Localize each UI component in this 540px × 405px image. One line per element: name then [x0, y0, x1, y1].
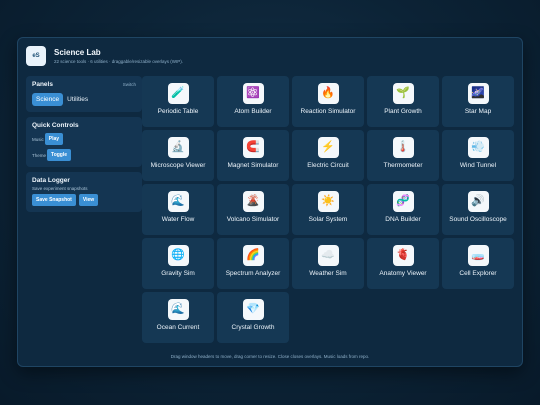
test-tube-icon: 🧪 [167, 83, 189, 104]
tool-label: Cell Explorer [459, 270, 497, 277]
theme-row: Theme Toggle [32, 149, 136, 161]
tool-label: Anatomy Viewer [379, 270, 427, 277]
save-snapshot-button[interactable]: Save Snapshot [32, 194, 76, 206]
tool-tile[interactable]: 🧪 Periodic Table [142, 76, 214, 127]
panels-title: Panels [32, 81, 53, 88]
app-subtitle: 22 science tools · 6 utilities · draggab… [54, 58, 184, 64]
tool-label: Spectrum Analyzer [225, 270, 281, 277]
tool-label: Weather Sim [309, 270, 347, 277]
tool-label: Microscope Viewer [150, 162, 206, 169]
wave-icon: 🌊 [167, 191, 189, 212]
tool-tile[interactable]: 🌡️ Thermometer [367, 130, 439, 181]
tool-tile[interactable]: 🔬 Microscope Viewer [142, 130, 214, 181]
panels-card: Panels Switch Science Utilities [26, 76, 142, 112]
tool-label: Sound Oscilloscope [449, 216, 507, 223]
wind-icon: 💨 [467, 137, 489, 158]
tool-label: Volcano Simulator [226, 216, 280, 223]
petri-dish-icon: 🧫 [467, 245, 489, 266]
play-button[interactable]: Play [44, 133, 64, 145]
tool-tile[interactable]: ⚛️ Atom Builder [217, 76, 289, 127]
gem-icon: 💎 [242, 299, 264, 320]
window-header[interactable]: eS Science Lab 22 science tools · 6 util… [26, 46, 183, 66]
globe-icon: 🌐 [167, 245, 189, 266]
tool-label: Solar System [308, 216, 348, 223]
tool-tile[interactable]: 🌐 Gravity Sim [142, 238, 214, 289]
app-title: Science Lab [54, 47, 101, 57]
tool-tile[interactable]: ☁️ Weather Sim [292, 238, 364, 289]
tool-label: Water Flow [161, 216, 195, 223]
science-lab-window: eS Science Lab 22 science tools · 6 util… [17, 37, 523, 367]
volcano-icon: 🌋 [242, 191, 264, 212]
tool-tile[interactable]: ☀️ Solar System [292, 184, 364, 235]
tool-tile[interactable]: 🌱 Plant Growth [367, 76, 439, 127]
wave-icon: 🌊 [167, 299, 189, 320]
cloud-icon: ☁️ [317, 245, 339, 266]
tool-tile[interactable]: 💨 Wind Tunnel [442, 130, 514, 181]
atom-icon: ⚛️ [242, 83, 264, 104]
music-label: Music [32, 136, 44, 142]
tool-label: Atom Builder [234, 108, 272, 115]
tool-label: Gravity Sim [161, 270, 195, 277]
theme-label: Theme [32, 152, 47, 158]
tool-label: Thermometer [383, 162, 423, 169]
tool-tile[interactable]: 💎 Crystal Growth [217, 292, 289, 343]
data-logger-card: Data Logger Save experiment snapshots Sa… [26, 172, 142, 212]
data-logger-description: Save experiment snapshots [32, 186, 88, 191]
magnet-icon: 🧲 [242, 137, 264, 158]
galaxy-icon: 🌌 [467, 83, 489, 104]
sun-icon: ☀️ [317, 191, 339, 212]
tool-grid: 🧪 Periodic Table ⚛️ Atom Builder 🔥 Reaction S… [142, 76, 514, 343]
switch-link[interactable]: Switch [123, 82, 136, 87]
tool-label: Electric Circuit [307, 162, 349, 169]
tool-tile[interactable]: 🌋 Volcano Simulator [217, 184, 289, 235]
tool-tile[interactable]: 🔥 Reaction Simulator [292, 76, 364, 127]
thermometer-icon: 🌡️ [392, 137, 414, 158]
tool-label: DNA Builder [385, 216, 421, 223]
tool-label: Wind Tunnel [459, 162, 497, 169]
rainbow-icon: 🌈 [242, 245, 264, 266]
tool-label: Plant Growth [384, 108, 422, 115]
tool-tile[interactable]: ⚡ Electric Circuit [292, 130, 364, 181]
tool-label: Crystal Growth [231, 324, 275, 331]
toggle-theme-button[interactable]: Toggle [47, 149, 72, 161]
tool-label: Ocean Current [156, 324, 200, 331]
tool-tile[interactable]: 🌊 Water Flow [142, 184, 214, 235]
tool-tile[interactable]: 🧫 Cell Explorer [442, 238, 514, 289]
dna-icon: 🧬 [392, 191, 414, 212]
quick-controls-title: Quick Controls [32, 122, 79, 129]
tool-tile[interactable]: 🌈 Spectrum Analyzer [217, 238, 289, 289]
quick-controls-card: Quick Controls Music Play Theme Toggle [26, 117, 142, 167]
tool-tile[interactable]: 🧬 DNA Builder [367, 184, 439, 235]
view-button[interactable]: View [78, 194, 99, 206]
data-logger-title: Data Logger [32, 177, 70, 184]
lightning-icon: ⚡ [317, 137, 339, 158]
tool-tile[interactable]: 🧲 Magnet Simulator [217, 130, 289, 181]
speaker-icon: 🔊 [467, 191, 489, 212]
panel-tabs: Science Utilities [32, 93, 136, 106]
header-text: Science Lab 22 science tools · 6 utiliti… [54, 48, 183, 65]
seedling-icon: 🌱 [392, 83, 414, 104]
tab-utilities[interactable]: Utilities [63, 93, 92, 106]
tool-tile[interactable]: 🔊 Sound Oscilloscope [442, 184, 514, 235]
fire-icon: 🔥 [317, 83, 339, 104]
app-logo: eS [26, 46, 46, 66]
tool-tile[interactable]: 🌊 Ocean Current [142, 292, 214, 343]
tab-science[interactable]: Science [32, 93, 64, 106]
tool-tile[interactable]: 🌌 Star Map [442, 76, 514, 127]
tool-label: Periodic Table [157, 108, 199, 115]
footer-hint: Drag window headers to move, drag corner… [170, 354, 370, 359]
tool-tile[interactable]: 🫀 Anatomy Viewer [367, 238, 439, 289]
sidebar: Panels Switch Science Utilities Quick Co… [26, 76, 142, 217]
tool-label: Reaction Simulator [300, 108, 356, 115]
microscope-icon: 🔬 [167, 137, 189, 158]
music-row: Music Play [32, 133, 136, 145]
tool-label: Star Map [464, 108, 492, 115]
heart-icon: 🫀 [392, 245, 414, 266]
tool-label: Magnet Simulator [227, 162, 279, 169]
